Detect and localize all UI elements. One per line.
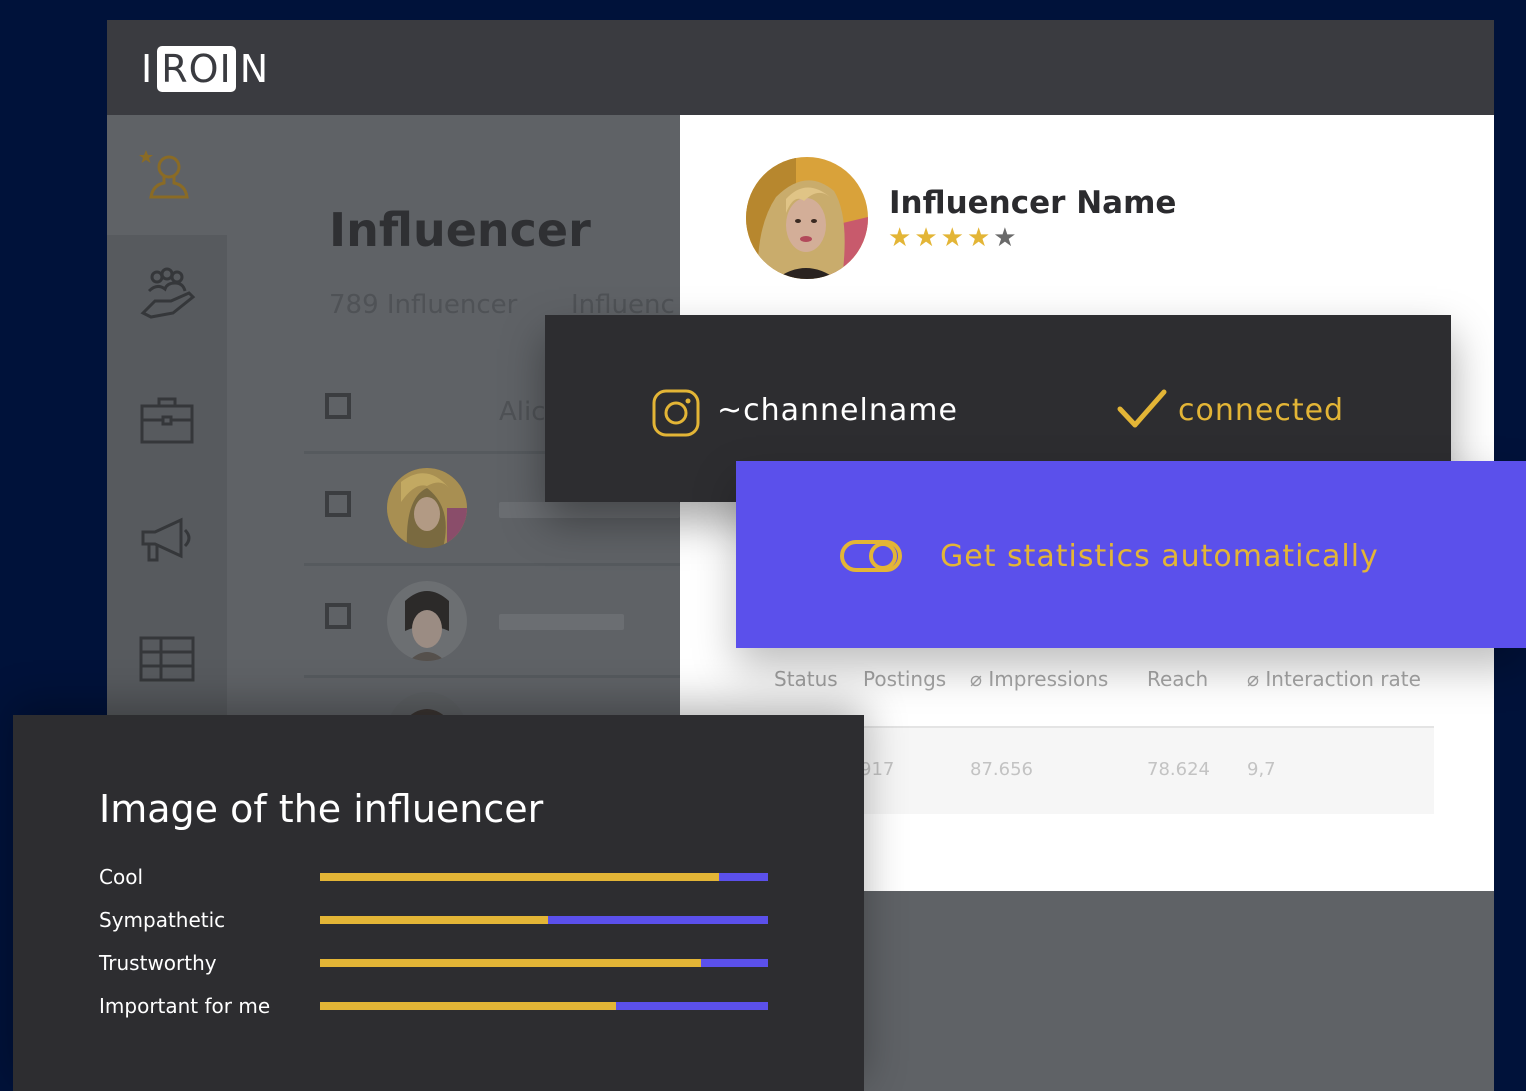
image-rating-title: Image of the influencer: [99, 787, 544, 831]
attribute-rating-bar: [320, 916, 768, 924]
row-placeholder-bar: [499, 614, 624, 630]
rating-stars: ★★★★★: [888, 223, 1020, 253]
star-filled-icon: ★: [940, 223, 967, 253]
row-divider: [304, 563, 680, 566]
influencer-name: Influencer Name: [889, 185, 1177, 221]
row-divider: [304, 675, 680, 678]
auto-statistics-card[interactable]: Get statistics automatically: [736, 461, 1526, 648]
attribute-rating-fill: [320, 916, 549, 924]
stats-cell-interaction-rate: 9,7: [1247, 759, 1276, 780]
page-title: Influencer: [329, 203, 591, 257]
influencer-count: 789 Influencer: [329, 290, 518, 320]
channel-name[interactable]: ~channelname: [717, 393, 958, 428]
stats-header-postings: Postings: [863, 667, 947, 691]
star-filled-icon: ★: [888, 223, 915, 253]
auto-statistics-label: Get statistics automatically: [940, 539, 1379, 574]
column-header-name: Alic: [499, 397, 546, 427]
stats-cell-reach: 78.624: [1147, 759, 1210, 780]
avatar[interactable]: [387, 581, 467, 661]
logo-letter-left: I: [141, 47, 154, 91]
attribute-label: Sympathetic: [99, 908, 226, 932]
star-filled-icon: ★: [966, 223, 994, 253]
row-checkbox[interactable]: [325, 603, 351, 629]
check-icon: [1117, 389, 1167, 428]
table-icon[interactable]: [137, 630, 197, 690]
stats-header-interaction-rate: ⌀ Interaction rate: [1247, 667, 1421, 691]
attribute-rating-fill: [320, 1002, 616, 1010]
instagram-icon: [652, 389, 700, 437]
attribute-label: Important for me: [99, 994, 271, 1018]
row-checkbox[interactable]: [325, 491, 351, 517]
avatar[interactable]: [387, 468, 467, 548]
logo-boxed-text: ROI: [157, 46, 236, 92]
top-bar: I ROI N: [107, 20, 1494, 115]
attribute-rating-fill: [320, 873, 719, 881]
stats-cell-impressions: 87.656: [970, 759, 1033, 780]
stats-cell-postings: 917: [860, 759, 895, 780]
row-placeholder-bar: [499, 502, 680, 518]
attribute-label: Trustworthy: [99, 951, 217, 975]
attribute-rating-bar: [320, 959, 768, 967]
stats-header-impressions: ⌀ Impressions: [970, 667, 1109, 691]
attribute-rating-fill: [320, 959, 701, 967]
connection-status: connected: [1178, 393, 1345, 428]
stats-header-status: Status: [774, 667, 838, 691]
stats-header-reach: Reach: [1147, 667, 1209, 691]
community-hand-icon[interactable]: [137, 265, 197, 325]
toggle-icon[interactable]: [839, 539, 903, 573]
briefcase-icon[interactable]: [137, 390, 197, 450]
image-rating-card: Image of the influencer Cool Sympathetic T…: [13, 715, 864, 1091]
star-filled-icon: ★: [914, 223, 941, 253]
iroin-logo[interactable]: I ROI N: [141, 46, 269, 92]
influencer-avatar[interactable]: [746, 157, 868, 279]
attribute-rating-bar: [320, 873, 768, 881]
star-empty-icon: ★: [993, 223, 1020, 253]
attribute-label: Cool: [99, 865, 143, 889]
select-all-checkbox[interactable]: [325, 393, 351, 419]
influencer-star-icon[interactable]: [137, 145, 197, 205]
logo-letter-right: N: [239, 47, 270, 91]
attribute-rating-bar: [320, 1002, 768, 1010]
megaphone-icon[interactable]: [137, 510, 197, 570]
